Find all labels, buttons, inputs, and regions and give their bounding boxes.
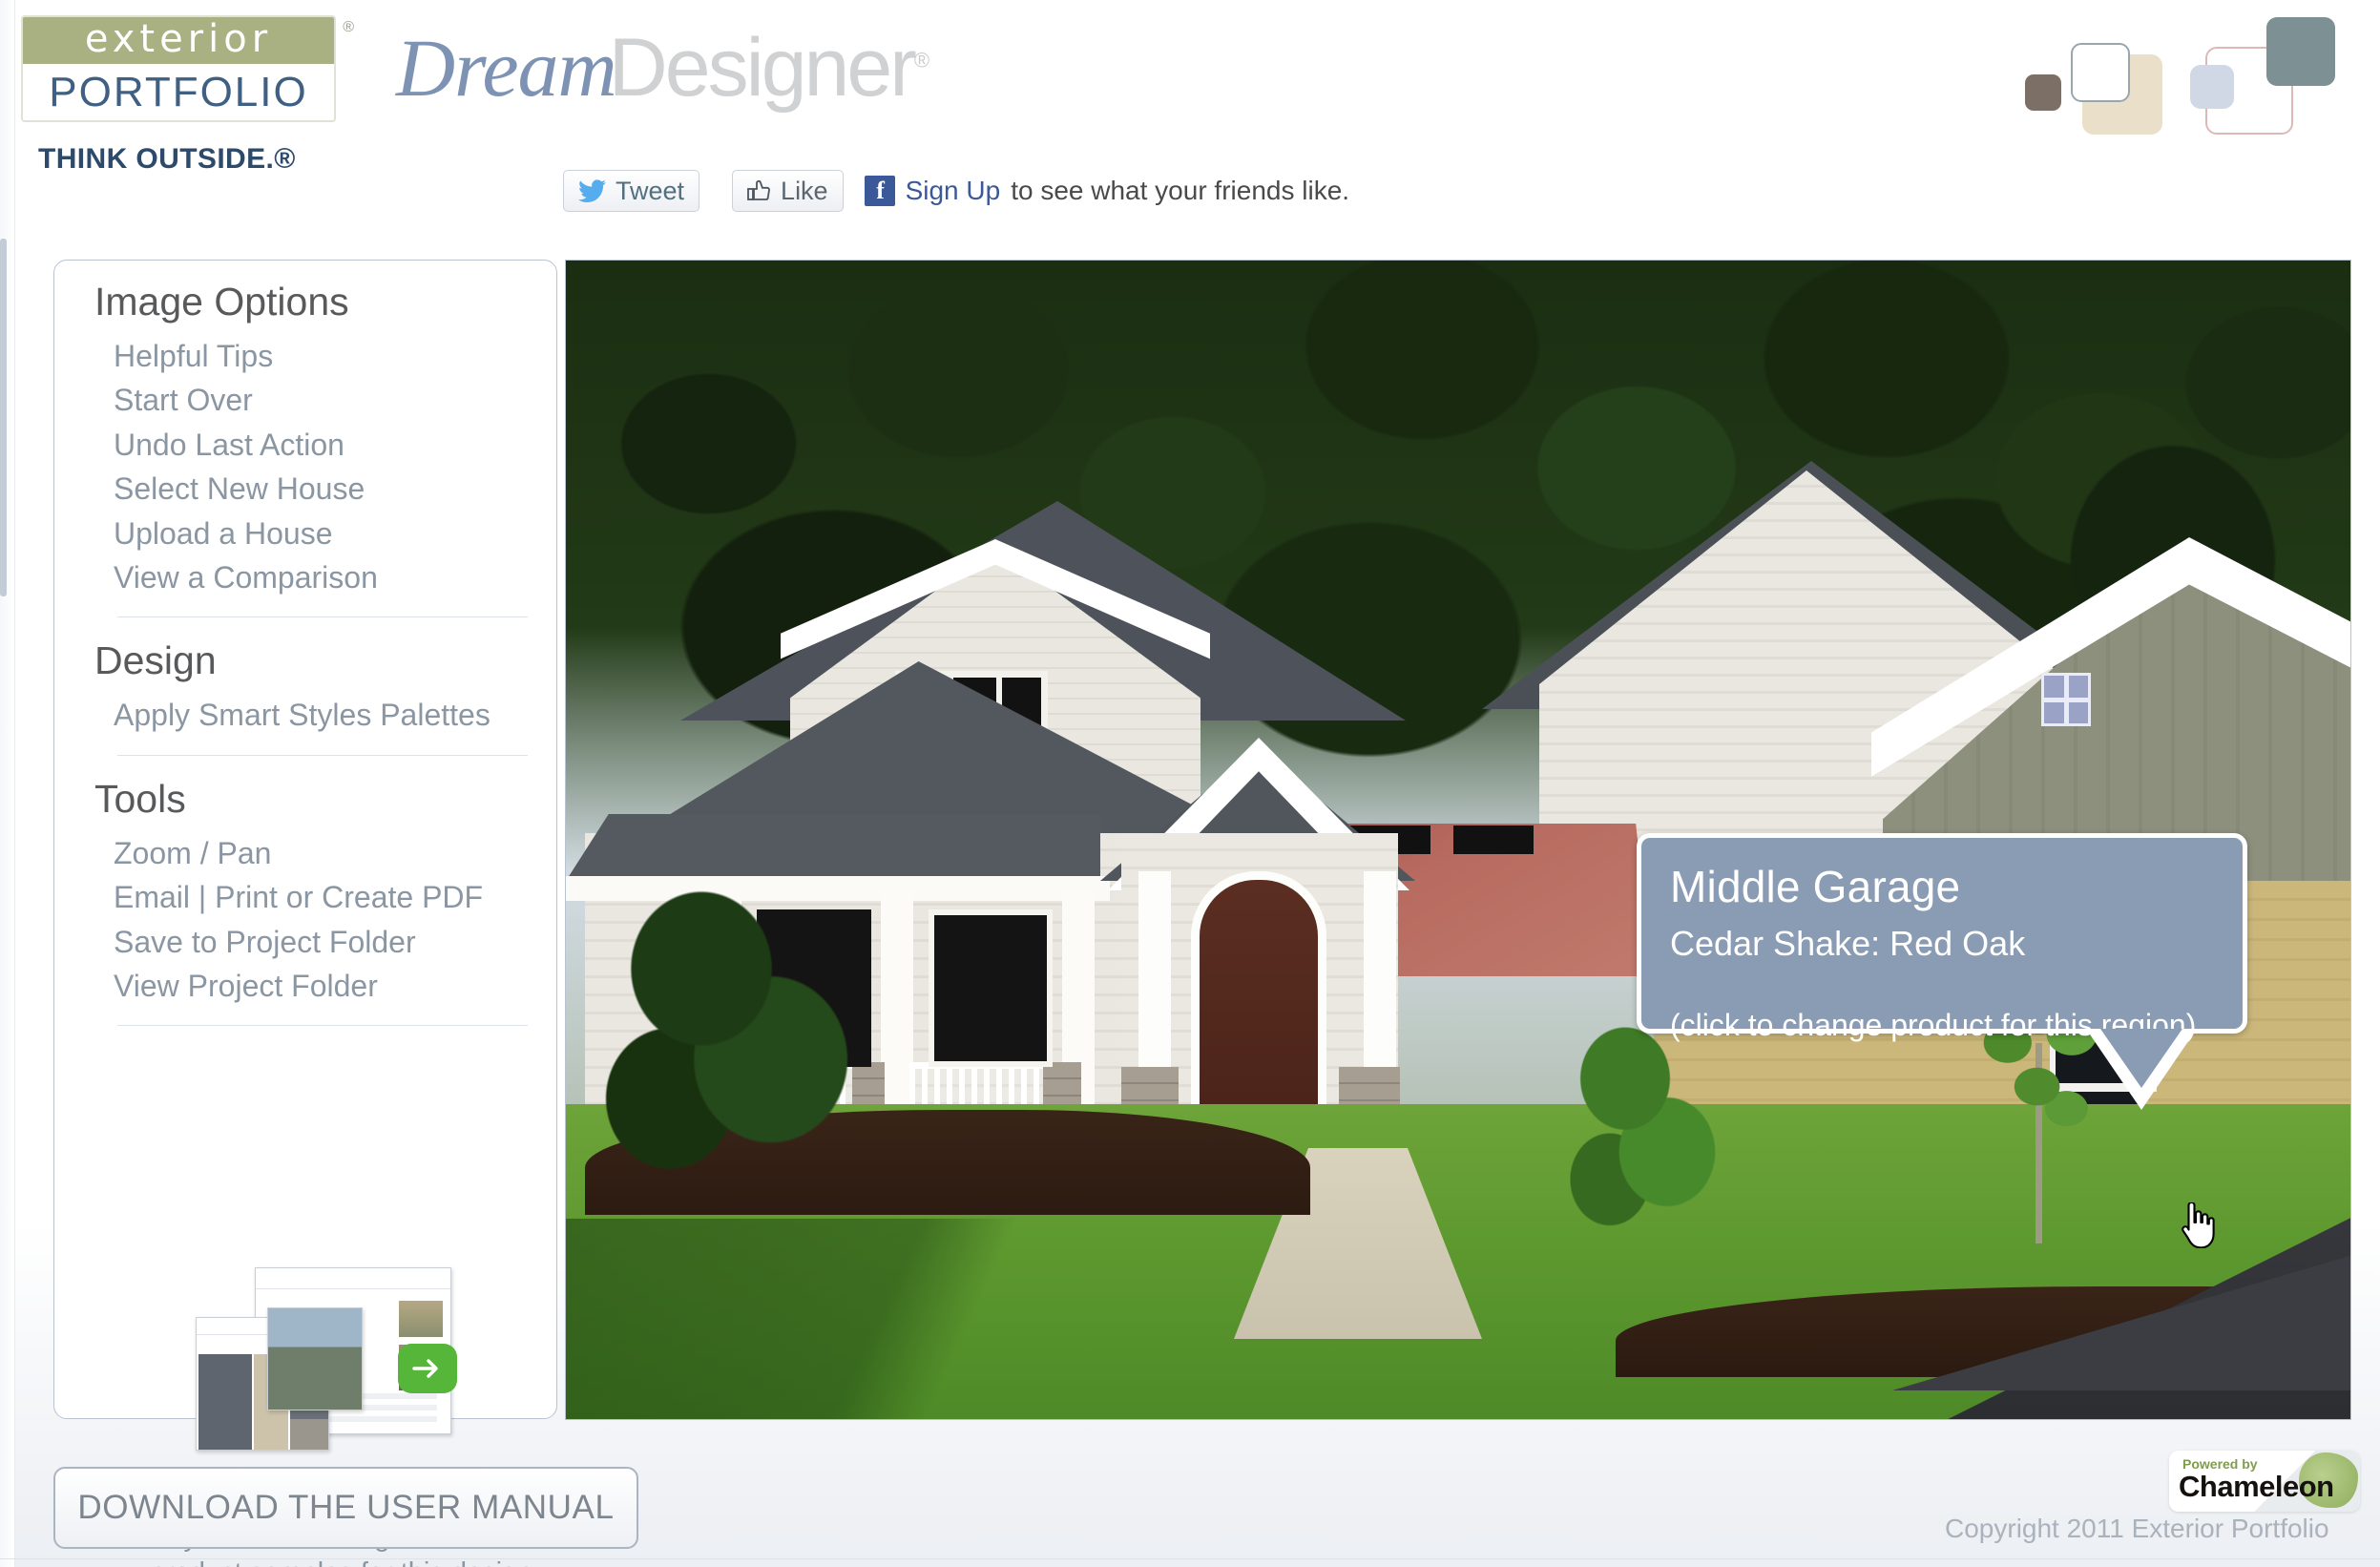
decorative-square-teal: [2266, 17, 2335, 86]
logo-exterior-text: exterior: [84, 17, 273, 61]
arrow-right-icon[interactable]: [398, 1344, 457, 1393]
tooltip-tail-fill: [2100, 1029, 2182, 1088]
sidebar-item-zoom-pan[interactable]: Zoom / Pan: [54, 831, 556, 875]
sidebar-item-upload-a-house[interactable]: Upload a House: [54, 512, 556, 555]
tweet-button[interactable]: Tweet: [563, 170, 700, 212]
decorative-square-outline: [2071, 43, 2130, 102]
front-door: [1191, 871, 1326, 1139]
sidebar-item-view-a-comparison[interactable]: View a Comparison: [54, 555, 556, 599]
logo-portfolio-text: PORTFOLIO: [49, 68, 308, 115]
footer-divider: [0, 1558, 2380, 1559]
decorative-square-brown: [2025, 74, 2061, 111]
signup-caption: to see what your friends like.: [1011, 176, 1350, 205]
thumbs-up-icon: [747, 178, 772, 203]
brand-tagline: THINK OUTSIDE.®: [38, 143, 296, 175]
left-scroll-rail[interactable]: [0, 0, 15, 1567]
promo-thumbnail: [196, 1267, 482, 1473]
wordmark-registered-icon: ®: [913, 48, 930, 73]
scrollbar-thumb[interactable]: [0, 239, 7, 596]
download-user-manual-button[interactable]: DOWNLOAD THE USER MANUAL: [53, 1467, 638, 1549]
hand-cursor-icon: [2177, 1201, 2215, 1249]
sidebar-item-save-to-project-folder[interactable]: Save to Project Folder: [54, 920, 556, 964]
sidebar-item-email-print-create-pdf[interactable]: Email | Print or Create PDF: [54, 875, 556, 919]
decorative-square-lightblue: [2190, 65, 2234, 109]
promo-house-thumb: [267, 1307, 363, 1410]
copyright-text: Copyright 2011 Exterior Portfolio: [1945, 1514, 2329, 1543]
exterior-portfolio-logo[interactable]: exterior PORTFOLIO ®: [21, 15, 354, 136]
options-sidebar: Image Options Helpful Tips Start Over Un…: [53, 260, 557, 1567]
facebook-like-button[interactable]: Like: [732, 170, 844, 212]
facebook-signup-row: f Sign Up to see what your friends like.: [864, 176, 1350, 206]
twitter-bird-icon: [578, 179, 607, 202]
signup-link[interactable]: Sign Up: [906, 176, 1001, 206]
shrub-middle: [1549, 1014, 1740, 1243]
sidebar-item-helpful-tips[interactable]: Helpful Tips: [54, 334, 556, 378]
registered-mark-icon: ®: [343, 19, 354, 35]
window-front-left: [929, 909, 1053, 1067]
like-label: Like: [781, 176, 828, 205]
tweet-label: Tweet: [616, 176, 685, 205]
dreamdesigner-wordmark: DreamDesigner®: [396, 27, 929, 109]
logo-box: exterior PORTFOLIO: [21, 15, 336, 122]
region-tooltip[interactable]: Middle Garage Cedar Shake: Red Oak (clic…: [1637, 833, 2247, 1110]
section-heading-design: Design: [94, 638, 217, 683]
app-page: exterior PORTFOLIO ® THINK OUTSIDE.® Dre…: [0, 0, 2380, 1567]
section-heading-tools: Tools: [94, 776, 186, 821]
dormer-window-right: [1453, 825, 1534, 854]
tooltip-product-line: Cedar Shake: Red Oak: [1670, 924, 2026, 963]
sidebar-item-select-new-house[interactable]: Select New House: [54, 467, 556, 511]
wordmark-dream: Dream: [396, 22, 617, 114]
section-heading-image-options: Image Options: [94, 280, 349, 324]
wordmark-designer: Designer: [608, 22, 917, 114]
logo-white-band: PORTFOLIO: [23, 64, 334, 120]
divider: [117, 1025, 528, 1027]
sidebar-item-undo-last-action[interactable]: Undo Last Action: [54, 423, 556, 467]
window-gable-right: [2041, 673, 2091, 726]
powered-by-chameleon-logo[interactable]: Powered by Chameleon: [2169, 1451, 2360, 1512]
house-image-viewer[interactable]: Middle Garage Cedar Shake: Red Oak (clic…: [565, 260, 2351, 1420]
logo-green-band: exterior: [23, 17, 334, 64]
sidebar-item-apply-smart-styles-palettes[interactable]: Apply Smart Styles Palettes: [54, 693, 556, 737]
facebook-icon: f: [864, 176, 895, 206]
shrub-left: [575, 871, 890, 1196]
sidebar-item-view-project-folder[interactable]: View Project Folder: [54, 964, 556, 1008]
social-bar: Tweet Like f Sign Up to see what your fr…: [563, 170, 1349, 212]
tooltip-region-title: Middle Garage: [1670, 862, 1961, 911]
sidebar-item-start-over[interactable]: Start Over: [54, 378, 556, 422]
lawn-shadow: [566, 1219, 1253, 1419]
chameleon-name-label: Chameleon: [2179, 1470, 2334, 1503]
